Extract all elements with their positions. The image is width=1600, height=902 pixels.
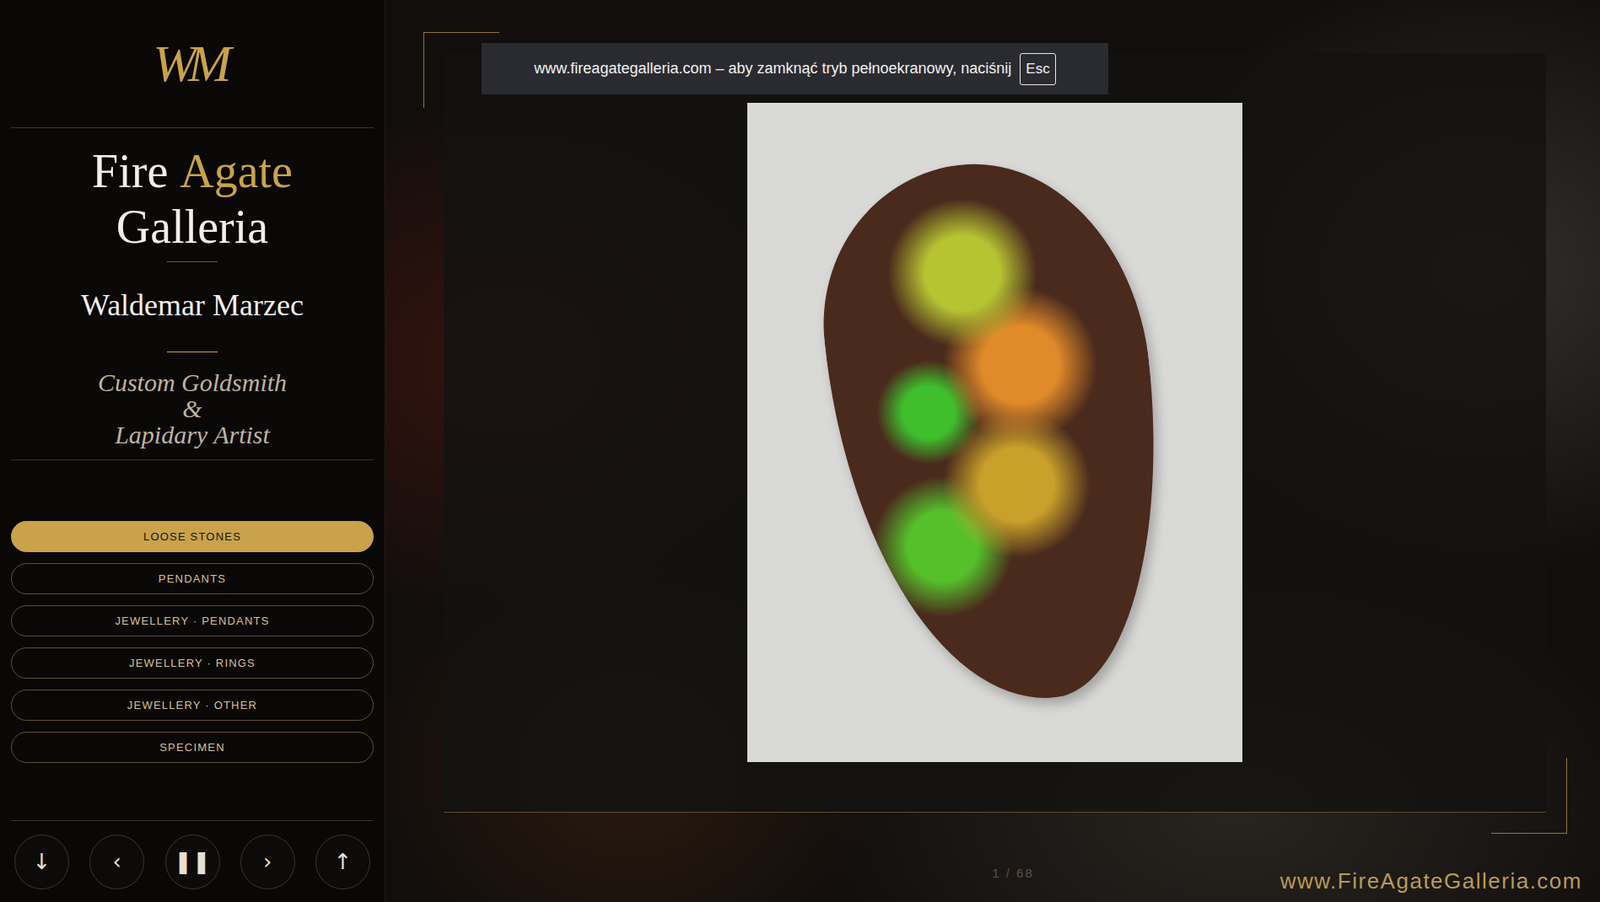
image-frame bbox=[443, 53, 1547, 814]
category-button[interactable]: SPECIMEN bbox=[10, 732, 374, 764]
control-button[interactable]: ‹ bbox=[89, 835, 145, 890]
category-button[interactable]: JEWELLERY · RINGS bbox=[10, 647, 374, 679]
control-button[interactable]: ↓ bbox=[14, 835, 70, 890]
logo[interactable]: WM bbox=[152, 33, 232, 94]
artist-name: Waldemar Marzec bbox=[10, 287, 374, 324]
category-button[interactable]: LOOSE STONES bbox=[10, 521, 374, 553]
category-button[interactable]: PENDANTS bbox=[10, 563, 374, 595]
sidebar: WMFireAgateGalleriaWaldemar MarzecCustom… bbox=[0, 0, 386, 902]
control-button[interactable]: ↑ bbox=[315, 835, 371, 890]
esc-key: Esc bbox=[1019, 53, 1056, 86]
title-word: Galleria bbox=[116, 199, 269, 255]
subtitle-line: & bbox=[182, 395, 202, 422]
subtitle: Custom Goldsmith&Lapidary Artist bbox=[10, 369, 374, 461]
divider bbox=[167, 261, 218, 263]
control-button[interactable]: › bbox=[240, 835, 296, 890]
subtitle-line: Lapidary Artist bbox=[114, 421, 270, 448]
title-line: Galleria bbox=[116, 199, 269, 255]
divider bbox=[167, 351, 218, 353]
site-title: FireAgateGalleria bbox=[10, 128, 374, 288]
footer-url[interactable]: www.FireAgateGalleria.com bbox=[1280, 851, 1583, 895]
page: WMFireAgateGalleriaWaldemar MarzecCustom… bbox=[0, 0, 1600, 902]
stone-shape bbox=[807, 147, 1183, 718]
category-button[interactable]: JEWELLERY · OTHER bbox=[10, 689, 374, 722]
logo-row: WM bbox=[10, 0, 374, 129]
viewer: 1 / 68 www.FireAgateGalleria.com www.firea… bbox=[385, 0, 1600, 902]
notice-text: www.fireagategalleria.com – aby zamknąć … bbox=[533, 59, 1012, 78]
slideshow-controls: ↓ ‹ ❚❚ › ↑ bbox=[10, 820, 374, 902]
title-word: Agate bbox=[179, 143, 293, 200]
stone-photo[interactable] bbox=[747, 102, 1243, 763]
category-button[interactable]: JEWELLERY · PENDANTS bbox=[10, 605, 374, 637]
title-line: FireAgate bbox=[91, 143, 293, 200]
category-nav: LOOSE STONES PENDANTS JEWELLERY · PENDANTS… bbox=[10, 521, 374, 764]
corner-decoration bbox=[1491, 758, 1568, 835]
control-button[interactable]: ❚❚ bbox=[165, 835, 221, 890]
fullscreen-notice: www.fireagategalleria.com – aby zamknąć … bbox=[481, 43, 1109, 95]
slide-counter: 1 / 68 bbox=[991, 866, 1035, 881]
title-word: Fire bbox=[91, 143, 168, 200]
viewer-footer: 1 / 68 www.FireAgateGalleria.com bbox=[443, 813, 1583, 895]
subtitle-line: Custom Goldsmith bbox=[97, 369, 287, 396]
